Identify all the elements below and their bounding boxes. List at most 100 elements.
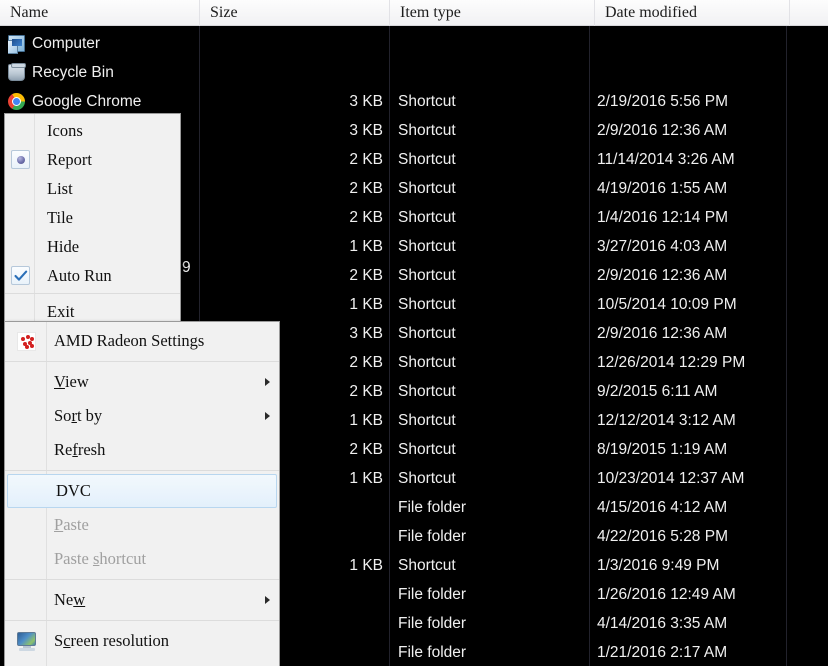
desktop-menu-item-view[interactable]: View (5, 365, 279, 399)
desktop-menu-icon-slot (5, 624, 48, 658)
desktop-menu-item-sort-by[interactable]: Sort by (5, 399, 279, 433)
view-menu-mark-slot (5, 116, 36, 145)
cell-date-modified: 12/12/2014 3:12 AM (597, 412, 736, 429)
cell-date-modified: 2/9/2016 12:36 AM (597, 325, 728, 342)
desktop-menu-item-label: AMD Radeon Settings (54, 331, 205, 350)
cell-name[interactable]: Google Chrome (8, 87, 196, 116)
checkmark-icon (11, 266, 30, 285)
cell-item-type: File folder (398, 615, 467, 632)
desktop-menu-icon-slot (5, 658, 48, 666)
desktop-menu-item-paste-shortcut[interactable]: Paste shortcut (5, 542, 279, 576)
desktop-menu-item-dvc[interactable]: DVC (7, 474, 277, 508)
desktop-menu-item-label: New (54, 590, 86, 609)
desktop-menu-item-gadgets[interactable]: Gadgets (5, 658, 279, 666)
view-menu-item-label: List (47, 178, 73, 198)
view-menu-item-exit[interactable]: Exit (5, 297, 180, 326)
recycle-bin-icon (8, 63, 26, 81)
column-header-date-modified[interactable]: Date modified (595, 0, 790, 26)
cell-item-type: File folder (398, 644, 467, 661)
cell-date-modified (597, 58, 782, 87)
view-menu-item-label: Icons (47, 120, 83, 140)
desktop-menu-icon-slot (5, 365, 48, 399)
desktop-menu-icon-slot (5, 433, 48, 467)
screen-resolution-icon (16, 631, 38, 651)
view-menu-item-icons[interactable]: Icons (5, 116, 180, 145)
cell-item-type (398, 58, 583, 87)
desktop-menu-item-amd-radeon-settings[interactable]: AMD Radeon Settings (5, 324, 279, 358)
cell-date-modified: 9/2/2015 6:11 AM (597, 383, 718, 400)
view-menu-item-list[interactable]: List (5, 174, 180, 203)
column-header-name[interactable]: Name (0, 0, 200, 26)
cell-date-modified: 1/4/2016 12:14 PM (597, 209, 728, 226)
cell-item-type: Shortcut (398, 354, 456, 371)
cell-date-modified: 11/14/2014 3:26 AM (597, 151, 735, 168)
desktop-context-menu[interactable]: AMD Radeon Settings View Sort by Refresh DVC… (4, 321, 280, 666)
view-menu-item-hide[interactable]: Hide (5, 232, 180, 261)
cell-item-type: Shortcut (398, 441, 456, 458)
desktop-menu-separator (5, 579, 279, 580)
desktop-menu-icon-slot (5, 399, 48, 433)
cell-date-modified: 10/23/2014 12:37 AM (597, 470, 745, 487)
cell-size: 2 KB (349, 209, 383, 226)
cell-item-type (398, 29, 583, 58)
table-row: Recycle Bin (0, 58, 828, 87)
cell-name-label: Recycle Bin (32, 64, 114, 81)
cell-date-modified: 4/15/2016 4:12 AM (597, 499, 728, 516)
radio-selected-icon (11, 150, 30, 169)
cell-date-modified: 8/19/2015 1:19 AM (597, 441, 728, 458)
desktop-menu-icon-slot (5, 508, 48, 542)
desktop-menu-item-label: Paste (54, 515, 89, 534)
view-menu-item-label: Exit (47, 301, 75, 321)
view-menu-mark-slot (5, 203, 36, 232)
desktop-menu-item-refresh[interactable]: Refresh (5, 433, 279, 467)
cell-item-type: Shortcut (398, 383, 456, 400)
desktop-menu-item-label: Refresh (54, 440, 106, 459)
view-menu-item-auto-run[interactable]: Auto Run (5, 261, 180, 290)
amd-dot (30, 343, 34, 348)
desktop-menu-item-label: Paste shortcut (54, 549, 147, 568)
monitor-screen (16, 631, 36, 646)
desktop-menu-item-paste[interactable]: Paste (5, 508, 279, 542)
cell-size: 1 KB (349, 296, 383, 313)
view-menu-mark-slot (5, 145, 36, 174)
view-menu-item-label: Report (47, 149, 92, 169)
cell-item-type: Shortcut (398, 267, 456, 284)
desktop-menu-item-label: View (54, 372, 89, 391)
cell-item-type: File folder (398, 586, 467, 603)
desktop-menu-item-screen-resolution[interactable]: Screen resolution (5, 624, 279, 658)
column-header-size[interactable]: Size (200, 0, 390, 26)
column-header-item-type[interactable]: Item type (390, 0, 595, 26)
view-menu-mark-slot (5, 232, 36, 261)
view-menu-mark-slot (5, 174, 36, 203)
view-context-menu[interactable]: Icons Report List Tile Hide Auto Run Exit (4, 113, 181, 329)
desktop-menu-icon-slot (5, 324, 48, 358)
cell-size: 2 KB (349, 267, 383, 284)
cell-date-modified: 1/21/2016 2:17 AM (597, 644, 728, 661)
view-menu-item-label: Hide (47, 236, 80, 256)
computer-icon (8, 35, 25, 54)
submenu-chevron-icon (265, 596, 270, 604)
cell-item-type: Shortcut (398, 557, 456, 574)
cell-item-type: File folder (398, 499, 467, 516)
cell-item-type: File folder (398, 528, 467, 545)
cell-size: 3 KB (349, 122, 383, 139)
view-menu-item-report[interactable]: Report (5, 145, 180, 174)
cell-name[interactable]: Computer (8, 29, 196, 58)
cell-date-modified: 3/27/2016 4:03 AM (597, 238, 728, 255)
chrome-icon (8, 93, 25, 110)
cell-date-modified: 10/5/2014 10:09 PM (597, 296, 737, 313)
amd-dot (21, 336, 25, 341)
cell-name[interactable]: Recycle Bin (8, 58, 196, 87)
cell-size (205, 58, 383, 87)
desktop-menu-item-new[interactable]: New (5, 583, 279, 617)
cell-item-type: Shortcut (398, 412, 456, 429)
cell-size: 2 KB (349, 151, 383, 168)
view-menu-item-tile[interactable]: Tile (5, 203, 180, 232)
submenu-chevron-icon (265, 412, 270, 420)
cell-item-type: Shortcut (398, 209, 456, 226)
cell-size: 2 KB (349, 180, 383, 197)
cell-date-modified: 2/9/2016 12:36 AM (597, 122, 728, 139)
desktop-menu-separator (5, 470, 279, 471)
cell-item-type: Shortcut (398, 180, 456, 197)
desktop-menu-item-label: Sort by (54, 406, 103, 425)
